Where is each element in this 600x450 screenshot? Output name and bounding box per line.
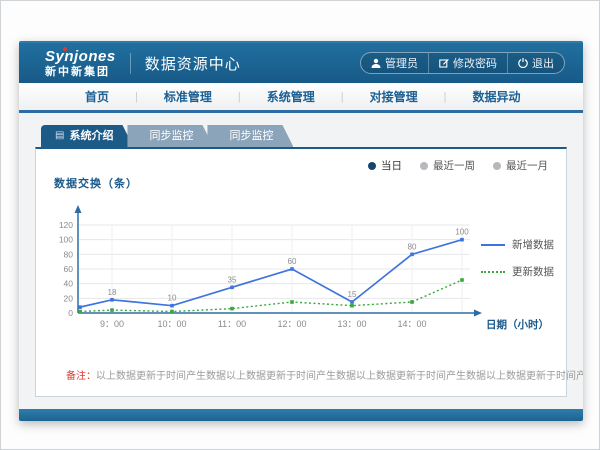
y-axis-title: 数据交换（条） (54, 175, 138, 191)
app-window: Synjones 新中新集团 数据资源中心 管理员 修改密码 退出 首页 | 标… (19, 41, 583, 421)
svg-text:80: 80 (408, 242, 417, 251)
solid-line-icon (481, 244, 505, 246)
svg-text:40: 40 (64, 279, 74, 289)
legend-item-update-data[interactable]: 更新数据 (481, 264, 554, 279)
nav-item-interface-mgmt[interactable]: 对接管理 (344, 88, 444, 105)
footnote-prefix: 备注： (66, 371, 96, 382)
tab-sync-monitor-1[interactable]: 同步监控 (127, 125, 213, 147)
nav-item-home[interactable]: 首页 (59, 88, 135, 105)
radio-icon (420, 162, 428, 170)
tab-label: 同步监控 (149, 130, 193, 142)
line-chart: 0 20 40 60 80 100 120 9：00 10：00 11：00 12：00 13：00 1… (42, 195, 552, 345)
bottom-bar (19, 409, 583, 421)
svg-text:35: 35 (228, 275, 237, 284)
chart-panel: 当日 最近一周 最近一月 数据交换（条） 0 20 40 60 80 100 120 9：00… (35, 147, 567, 397)
logo-text-en: Synjones (45, 49, 116, 64)
svg-text:10: 10 (168, 294, 177, 303)
tab-system-intro[interactable]: ▤ 系统介绍 (41, 125, 133, 147)
user-icon (371, 58, 381, 68)
logout-button[interactable]: 退出 (507, 53, 564, 73)
dotted-line-icon (481, 271, 505, 273)
svg-text:13：00: 13：00 (337, 319, 366, 329)
filter-label: 最近一月 (506, 158, 548, 173)
legend-label: 新增数据 (512, 237, 554, 252)
filter-label: 最近一周 (433, 158, 475, 173)
svg-text:日期（小时）: 日期（小时） (486, 318, 549, 331)
change-password-button[interactable]: 修改密码 (428, 53, 507, 73)
pencil-square-icon (439, 58, 449, 68)
filter-label: 当日 (381, 158, 402, 173)
footnote: 备注：以上数据更新于时间产生数据以上数据更新于时间产生数据以上数据更新于时间产生… (66, 367, 583, 382)
main-nav: 首页 | 标准管理 | 系统管理 | 对接管理 | 数据异动 (19, 83, 583, 113)
logo-text-cn: 新中新集团 (45, 67, 116, 78)
footnote-text: 以上数据更新于时间产生数据以上数据更新于时间产生数据以上数据更新于时间产生数据以… (96, 371, 583, 382)
change-password-label: 修改密码 (453, 55, 497, 71)
svg-text:60: 60 (64, 264, 74, 274)
svg-text:15: 15 (348, 290, 357, 299)
nav-item-standard-mgmt[interactable]: 标准管理 (138, 88, 238, 105)
tab-label: 同步监控 (229, 130, 273, 142)
svg-text:120: 120 (59, 220, 73, 230)
svg-text:0: 0 (68, 308, 73, 318)
svg-text:9：00: 9：00 (100, 319, 124, 329)
svg-text:14：00: 14：00 (397, 319, 426, 329)
filter-option-today[interactable]: 当日 (368, 158, 402, 173)
radio-selected-icon (368, 162, 376, 170)
page-title: 数据资源中心 (130, 53, 241, 74)
tab-sync-monitor-2[interactable]: 同步监控 (207, 125, 293, 147)
nav-item-system-mgmt[interactable]: 系统管理 (241, 88, 341, 105)
grid-doc-icon: ▤ (55, 131, 64, 141)
svg-text:100: 100 (59, 235, 73, 245)
radio-icon (493, 162, 501, 170)
tab-bar: ▤ 系统介绍 同步监控 同步监控 (41, 125, 567, 147)
svg-text:60: 60 (288, 257, 297, 266)
svg-text:18: 18 (108, 288, 117, 297)
series-legend: 新增数据 更新数据 (481, 237, 554, 279)
svg-text:11：00: 11：00 (218, 319, 246, 329)
content-area: ▤ 系统介绍 同步监控 同步监控 当日 最近一周 (19, 113, 583, 397)
svg-text:10：00: 10：00 (157, 319, 186, 329)
admin-user-label: 管理员 (385, 55, 418, 71)
legend-label: 更新数据 (512, 264, 554, 279)
legend-item-new-data[interactable]: 新增数据 (481, 237, 554, 252)
header-user-toolbar: 管理员 修改密码 退出 (360, 52, 565, 74)
admin-user-button[interactable]: 管理员 (361, 53, 428, 73)
tab-label: 系统介绍 (69, 125, 113, 147)
svg-text:80: 80 (64, 249, 74, 259)
svg-text:100: 100 (455, 228, 469, 237)
logo-accent-dot (63, 47, 67, 51)
logout-label: 退出 (532, 55, 554, 71)
power-icon (518, 58, 528, 68)
time-range-filter: 当日 最近一周 最近一月 (368, 158, 548, 173)
nav-item-data-change[interactable]: 数据异动 (447, 88, 547, 105)
svg-text:20: 20 (64, 293, 74, 303)
svg-text:12：00: 12：00 (277, 319, 306, 329)
header: Synjones 新中新集团 数据资源中心 管理员 修改密码 退出 (19, 41, 583, 83)
filter-option-last-week[interactable]: 最近一周 (420, 158, 475, 173)
filter-option-last-month[interactable]: 最近一月 (493, 158, 548, 173)
company-logo: Synjones 新中新集团 (45, 49, 130, 78)
